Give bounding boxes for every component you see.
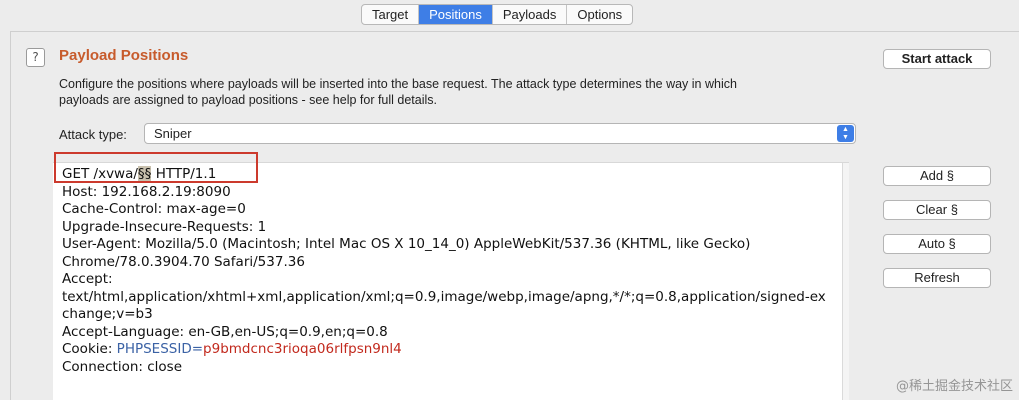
attack-type-value: Sniper <box>154 126 192 141</box>
add-marker-button[interactable]: Add § <box>883 166 991 186</box>
refresh-button[interactable]: Refresh <box>883 268 991 288</box>
watermark: @稀土掘金技术社区 <box>895 379 1013 394</box>
attack-type-select[interactable]: Sniper ▲ ▼ <box>144 123 856 144</box>
editor-scrollbar[interactable] <box>842 163 849 400</box>
header-host: Host: 192.168.2.19:8090 <box>62 183 231 200</box>
header-upgrade-insecure: Upgrade-Insecure-Requests: 1 <box>62 218 267 235</box>
header-accept-value-cont: change;v=b3 <box>62 306 153 322</box>
section-description: Configure the positions where payloads w… <box>59 76 859 108</box>
cookie-equals: = <box>191 341 204 357</box>
tab-payloads[interactable]: Payloads <box>493 5 568 24</box>
tab-positions[interactable]: Positions <box>419 5 493 24</box>
select-arrows-icon: ▲ ▼ <box>837 125 854 142</box>
header-cookie: Cookie: PHPSESSID=p9bmdcnc3rioqa06rlfpsn… <box>53 341 849 359</box>
attack-type-label: Attack type: <box>59 127 127 142</box>
help-icon[interactable]: ? <box>26 48 45 67</box>
header-user-agent: User-Agent: Mozilla/5.0 (Macintosh; Inte… <box>62 236 751 252</box>
tab-bar: Target Positions Payloads Options <box>361 4 634 25</box>
header-user-agent-cont: Chrome/78.0.3904.70 Safari/537.36 <box>62 253 305 270</box>
payload-positions-panel: ? Payload Positions Configure the positi… <box>10 31 1019 400</box>
description-line: Configure the positions where payloads w… <box>59 77 737 91</box>
section-title: Payload Positions <box>59 47 189 64</box>
cookie-label: Cookie: <box>62 341 117 357</box>
description-line: payloads are assigned to payload positio… <box>59 93 438 107</box>
header-accept: Accept: <box>62 271 113 287</box>
cookie-name: PHPSESSID <box>116 341 192 357</box>
header-connection: Connection: close <box>62 358 182 375</box>
tab-target[interactable]: Target <box>362 5 420 24</box>
auto-marker-button[interactable]: Auto § <box>883 234 991 254</box>
header-cache-control: Cache-Control: max-age=0 <box>62 201 246 217</box>
cookie-value: p9bmdcnc3rioqa06rlfpsn9nl4 <box>203 341 402 357</box>
clear-marker-button[interactable]: Clear § <box>883 200 991 220</box>
start-attack-button[interactable]: Start attack <box>883 49 991 69</box>
tab-options[interactable]: Options <box>567 5 632 24</box>
request-editor[interactable]: GET /xvwa/§§ HTTP/1.1 Host: 192.168.2.19… <box>53 162 849 400</box>
header-accept-value: text/html,application/xhtml+xml,applicat… <box>62 288 826 305</box>
header-accept-language: Accept-Language: en-GB,en-US;q=0.9,en;q=… <box>62 323 388 340</box>
highlight-box <box>54 152 258 183</box>
